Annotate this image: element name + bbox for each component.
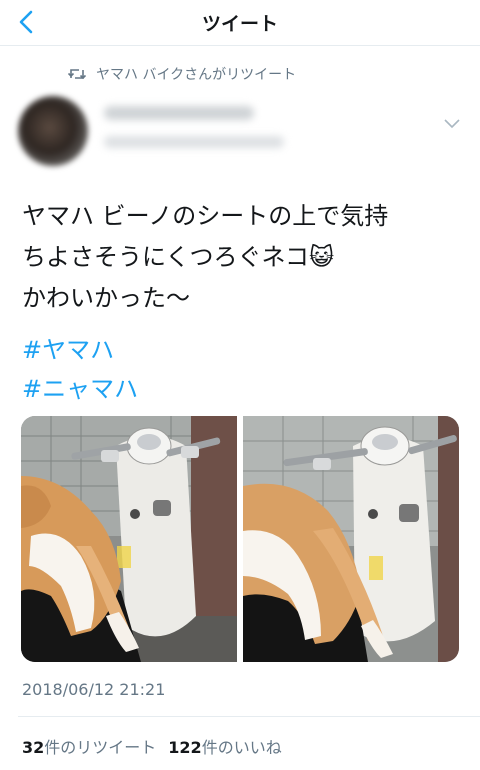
retweets-stat[interactable]: 32件のリツイート (22, 734, 156, 758)
tweet-photo-1[interactable] (21, 416, 237, 662)
avatar[interactable] (18, 96, 88, 166)
likes-stat[interactable]: 122件のいいね (168, 734, 281, 758)
author-name-blurred[interactable] (104, 106, 254, 120)
tweet-menu-button[interactable] (440, 116, 464, 132)
hashtag-link[interactable]: #ヤマハ (22, 330, 114, 365)
page-title: ツイート (201, 13, 278, 35)
likes-label: 件のいいね (201, 738, 282, 757)
divider (18, 716, 480, 717)
tweet-stats: 32件のリツイート 122件のいいね (22, 734, 282, 758)
scooter-cat-photo (21, 416, 237, 662)
tweet-text-line: かわいかった〜 (22, 284, 190, 312)
author-handle-blurred (104, 136, 284, 148)
top-bar: ツイート (0, 0, 480, 46)
hashtag-link[interactable]: #ニャマハ (22, 369, 138, 404)
retweets-count: 32 (22, 738, 45, 757)
retweet-attribution[interactable]: ヤマハ バイクさんがリツイート (68, 64, 296, 84)
tweet-timestamp: 2018/06/12 21:21 (22, 680, 166, 699)
chevron-down-icon (444, 119, 460, 129)
retweet-attribution-text: ヤマハ バイクさんがリツイート (96, 67, 297, 83)
retweets-label: 件のリツイート (44, 738, 157, 757)
scooter-cat-photo (243, 416, 459, 662)
likes-count: 122 (168, 738, 202, 757)
tweet-text-line: ちよさそうにくつろぐネコ😺 (22, 243, 335, 271)
tweet-photo-2[interactable] (243, 416, 459, 662)
retweet-icon (68, 69, 86, 80)
tweet-text: ヤマハ ビーノのシートの上で気持 ちよさそうにくつろぐネコ😺 かわいかった〜 (22, 196, 462, 319)
tweet-text-line: ヤマハ ビーノのシートの上で気持 (22, 202, 389, 230)
